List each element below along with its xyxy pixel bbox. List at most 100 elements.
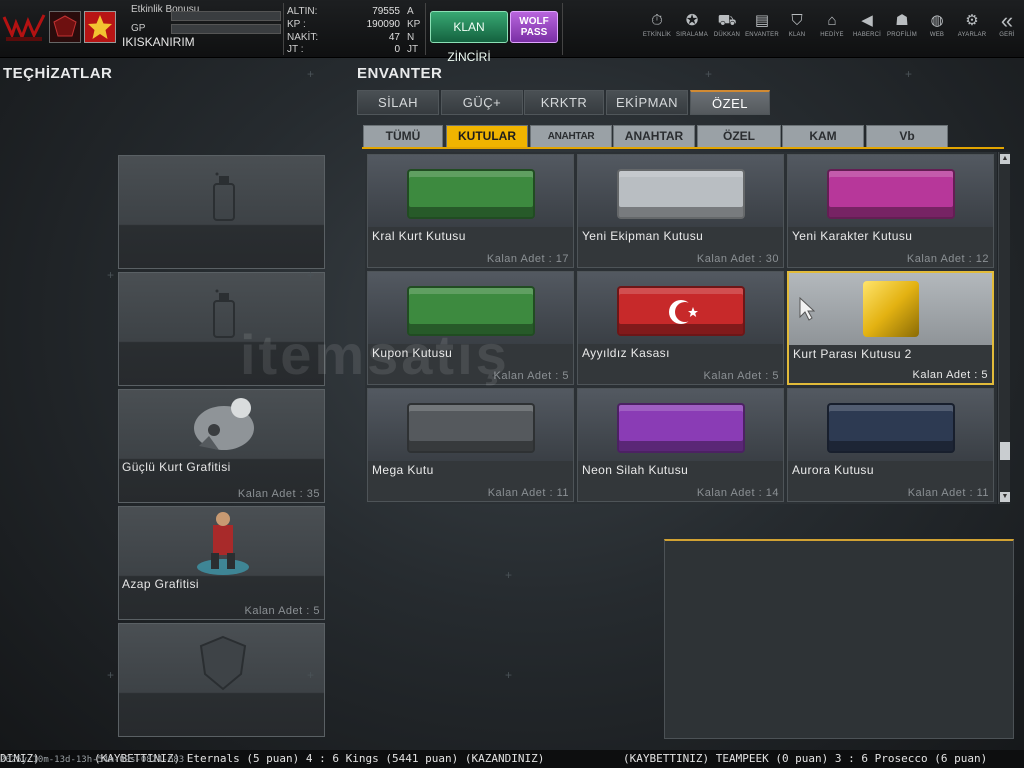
clan-emblem[interactable] [49, 11, 81, 43]
crate-icon [826, 403, 955, 453]
item-image [578, 272, 783, 344]
item-count: Kalan Adet : 5 [912, 369, 988, 381]
item-image [788, 389, 993, 461]
plus-marker: + [307, 668, 315, 682]
turkish-flag-crate-icon [616, 286, 745, 336]
equipment-slot[interactable]: Azap Grafitisi Kalan Adet : 5 [118, 506, 325, 620]
nav-shield[interactable]: ⛉ KLAN [779, 10, 815, 46]
item-name: Ayyıldız Kasası [582, 346, 670, 360]
scroll-thumb[interactable] [1000, 442, 1010, 460]
nav-label: SIRALAMA [676, 32, 708, 38]
wolf-pass-button[interactable]: WOLF PASS [510, 11, 558, 43]
subtab-5[interactable]: KAM [782, 125, 864, 148]
cash-label: NAKİT: [287, 32, 319, 43]
item-image [578, 155, 783, 227]
nav-inventory[interactable]: ▤ ENVANTER [744, 10, 780, 46]
tab-0[interactable]: SİLAH [357, 90, 439, 115]
equipment-count: Kalan Adet : 5 [244, 605, 320, 617]
nav-gift[interactable]: ⌂ HEDİYE [814, 10, 850, 46]
item-card[interactable]: Neon Silah Kutusu Kalan Adet : 14 [577, 388, 784, 502]
jt-label: JT : [287, 44, 304, 55]
scroll-down-icon[interactable]: ▼ [1000, 492, 1010, 502]
divider [425, 3, 426, 55]
nav-gear[interactable]: ⚙ AYARLAR [954, 10, 990, 46]
crate-icon [406, 169, 535, 219]
item-count: Kalan Adet : 30 [696, 253, 779, 265]
nav-label: ETKİNLİK [642, 32, 672, 38]
item-name: Mega Kutu [372, 463, 434, 477]
divider [562, 3, 563, 55]
nav-cart[interactable]: ⛟ DÜKKAN [709, 10, 745, 46]
subtab-4[interactable]: ÖZEL EŞYALAR [697, 125, 781, 164]
nav-back[interactable]: «GERİ [989, 10, 1024, 46]
item-card[interactable]: Kurt Parası Kutusu 2 Kalan Adet : 5 [787, 271, 994, 385]
tab-3[interactable]: EKİPMAN [606, 90, 688, 115]
shield-icon [197, 634, 249, 697]
nav-profile[interactable]: ☗ PROFİLİM [884, 10, 920, 46]
nav-stopwatch[interactable]: ⏱ ETKİNLİK [639, 10, 675, 46]
item-name: Yeni Ekipman Kutusu [582, 229, 704, 243]
megaphone-icon: ◀ [861, 12, 873, 29]
rank-badge [84, 11, 116, 43]
nav-label: GERİ [999, 32, 1015, 38]
tab-2[interactable]: KRKTR [524, 90, 604, 115]
game-window: Etkinlik Bonusu GP IKISKANIRIM ALTIN: 79… [0, 0, 1024, 768]
item-card[interactable]: Yeni Karakter Kutusu Kalan Adet : 12 [787, 154, 994, 268]
item-card[interactable]: Yeni Ekipman Kutusu Kalan Adet : 30 [577, 154, 784, 268]
subtab-3[interactable]: ANAHTAR [613, 125, 695, 148]
divider [283, 3, 284, 55]
item-card[interactable]: Kral Kurt Kutusu Kalan Adet : 17 [367, 154, 574, 268]
plus-marker: + [705, 67, 713, 81]
item-image [788, 155, 993, 227]
cash-unit: N [407, 32, 415, 43]
cash-value: 47 [388, 32, 400, 43]
item-count: Kalan Adet : 5 [703, 370, 779, 382]
crate-icon [616, 169, 745, 219]
equipment-count: Kalan Adet : 35 [237, 488, 320, 500]
kp-label: KP : [287, 19, 306, 30]
subtab-6[interactable]: Vb [866, 125, 948, 148]
scroll-up-icon[interactable]: ▲ [1000, 154, 1010, 164]
item-card[interactable]: Mega Kutu Kalan Adet : 11 [367, 388, 574, 502]
item-name: Yeni Karakter Kutusu [792, 229, 913, 243]
nav-medal[interactable]: ✪ SIRALAMA [674, 10, 710, 46]
game-logo [2, 14, 46, 42]
item-count: Kalan Adet : 12 [906, 253, 989, 265]
subtab-0[interactable]: TÜMÜ [363, 125, 443, 148]
equipment-slot[interactable] [118, 623, 325, 737]
item-image [789, 273, 992, 345]
item-name: Neon Silah Kutusu [582, 463, 689, 477]
subtab-1[interactable]: KUTULAR [446, 125, 528, 148]
gear-icon: ⚙ [965, 12, 979, 29]
crate-icon [826, 169, 955, 219]
globe-icon: ◍ [930, 12, 944, 29]
watermark: itemsatış [240, 323, 510, 386]
equipment-slot[interactable]: Güçlü Kurt Grafitisi Kalan Adet : 35 [118, 389, 325, 503]
tab-4[interactable]: ÖZEL [690, 90, 770, 115]
clan-chain-button[interactable]: KLAN ZİNCİRİ [430, 11, 508, 64]
kp-unit: KP [407, 19, 421, 30]
item-image [578, 389, 783, 461]
item-image [368, 155, 573, 227]
crate-icon [616, 403, 745, 453]
event-bonus-bar [171, 11, 281, 21]
subtab-2[interactable]: ANAHTAR KUTUSU [530, 125, 612, 163]
nav-globe[interactable]: ◍ WEB [919, 10, 955, 46]
cursor-icon [799, 296, 816, 326]
gp-label: GP [131, 23, 146, 34]
item-card[interactable]: Ayyıldız Kasası Kalan Adet : 5 [577, 271, 784, 385]
item-card[interactable]: Aurora Kutusu Kalan Adet : 11 [787, 388, 994, 502]
gold-unit: A [407, 6, 414, 17]
kp-value: 190090 [366, 19, 400, 30]
subtab-underline [362, 147, 1004, 149]
item-image [368, 389, 573, 461]
gift-icon: ⌂ [827, 12, 837, 29]
grid-scrollbar[interactable]: ▲ ▼ [998, 152, 1010, 504]
soldier-graffiti-icon [193, 507, 253, 582]
nav-label: DÜKKAN [713, 32, 741, 38]
tab-1[interactable]: GÜÇ+ [441, 90, 523, 115]
stopwatch-icon: ⏱ [651, 12, 663, 29]
nav-megaphone[interactable]: ◀ HABERCİ [849, 10, 885, 46]
nav-label: PROFİLİM [887, 32, 917, 38]
equipment-slot[interactable] [118, 155, 325, 269]
